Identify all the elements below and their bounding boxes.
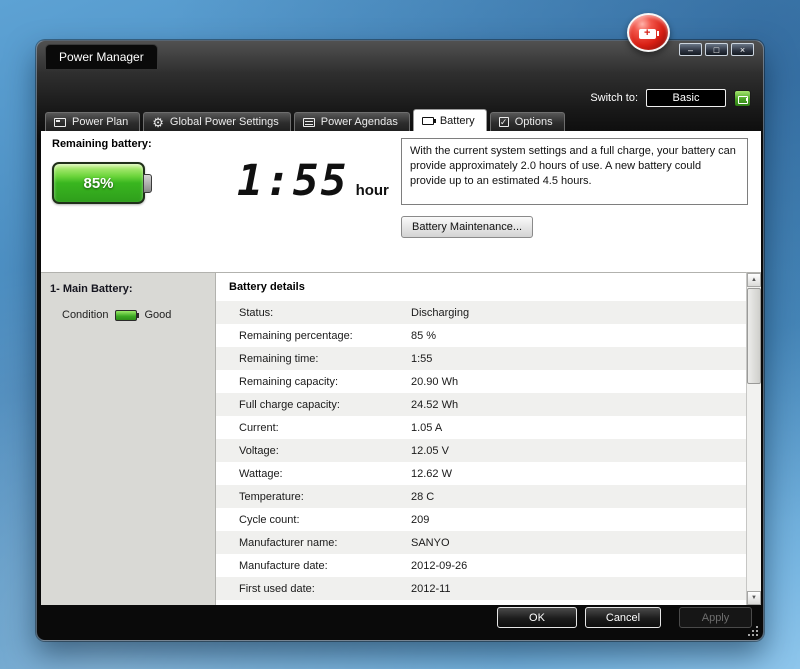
battery-level-graphic: 85%: [52, 162, 152, 204]
tab-label: Power Agendas: [320, 116, 398, 128]
battery-description-box: With the current system settings and a f…: [401, 138, 748, 205]
remaining-time-unit: hour: [355, 182, 389, 199]
detail-label: First used date:: [239, 582, 315, 595]
tab-battery[interactable]: Battery: [412, 109, 487, 131]
battery-percent-label: 85%: [83, 174, 114, 192]
detail-label: Current:: [239, 421, 279, 434]
calendar-icon: [302, 117, 315, 127]
remaining-time-value: 1:55: [237, 156, 349, 206]
detail-value: 20.90 Wh: [411, 375, 459, 388]
detail-value: 12.05 V: [411, 444, 449, 457]
battery-plus-icon: [639, 27, 659, 40]
detail-label: Status:: [239, 306, 274, 319]
condition-row: Condition Good: [62, 309, 171, 321]
table-row: Remaining percentage: 85 %: [216, 324, 746, 347]
window-controls: – □ ×: [679, 43, 754, 56]
maximize-button[interactable]: □: [705, 43, 728, 56]
detail-label: Remaining time:: [239, 352, 319, 365]
tab-label: Power Plan: [72, 116, 129, 128]
apply-button[interactable]: Apply: [679, 607, 752, 628]
detail-label: Cycle count:: [239, 513, 300, 526]
tab-options[interactable]: ✓ Options: [489, 112, 565, 131]
gear-icon: ⚙: [152, 114, 164, 130]
battery-details-heading: Battery details: [229, 281, 305, 293]
condition-value: Good: [144, 309, 172, 321]
table-row: Full charge capacity: 24.52 Wh: [216, 393, 746, 416]
table-row: Wattage: 12.62 W: [216, 462, 746, 485]
table-row: Status: Discharging: [216, 301, 746, 324]
desktop: Power Manager – □ × Switch to: Basic Pow…: [0, 0, 800, 669]
ok-button[interactable]: OK: [497, 607, 577, 628]
detail-value: 1.05 A: [411, 421, 443, 434]
detail-value: 85 %: [411, 329, 437, 342]
window-title: Power Manager: [45, 44, 158, 69]
battery-details-table: Status: Discharging Remaining percentage…: [216, 301, 746, 600]
detail-value: Discharging: [411, 306, 470, 319]
battery-details-panel: Battery details Status: Discharging Rema…: [216, 272, 746, 605]
table-row: Current: 1.05 A: [216, 416, 746, 439]
remaining-battery-heading: Remaining battery:: [52, 138, 152, 150]
battery-icon: [421, 116, 436, 125]
detail-value: SANYO: [411, 536, 450, 549]
battery-maintenance-button[interactable]: Battery Maintenance...: [401, 216, 534, 238]
switch-to-label: Switch to:: [590, 92, 638, 104]
detail-value: 24.52 Wh: [411, 398, 459, 411]
table-row: Remaining capacity: 20.90 Wh: [216, 370, 746, 393]
main-battery-title: 1- Main Battery:: [50, 283, 133, 295]
power-manager-window: Power Manager – □ × Switch to: Basic Pow…: [36, 40, 764, 641]
cancel-button[interactable]: Cancel: [585, 607, 661, 628]
detail-value: 2012-11: [411, 582, 451, 595]
condition-label: Condition: [62, 309, 109, 321]
table-row: Remaining time: 1:55: [216, 347, 746, 370]
tab-label: Battery: [439, 114, 475, 127]
detail-label: Full charge capacity:: [239, 398, 340, 411]
close-button[interactable]: ×: [731, 43, 754, 56]
table-row: Manufacture date: 2012-09-26: [216, 554, 746, 577]
minimize-button[interactable]: –: [679, 43, 702, 56]
tab-global-power-settings[interactable]: ⚙ Global Power Settings: [143, 112, 291, 131]
tab-label: Global Power Settings: [169, 116, 279, 128]
detail-label: Remaining percentage:: [239, 329, 353, 342]
window-title-label: Power Manager: [59, 50, 144, 64]
detail-value: 209: [411, 513, 430, 526]
table-row: Temperature: 28 C: [216, 485, 746, 508]
mode-switch-row: Switch to: Basic: [590, 89, 751, 107]
detail-label: Wattage:: [239, 467, 283, 480]
dialog-footer: OK Cancel Apply: [37, 603, 763, 640]
tab-power-agendas[interactable]: Power Agendas: [293, 112, 410, 131]
detail-label: Remaining capacity:: [239, 375, 339, 388]
detail-label: Voltage:: [239, 444, 279, 457]
table-row: First used date: 2012-11: [216, 577, 746, 600]
tab-label: Options: [514, 116, 553, 128]
detail-value: 28 C: [411, 490, 435, 503]
table-row: Cycle count: 209: [216, 508, 746, 531]
condition-battery-icon: [115, 309, 140, 321]
power-manager-alert-icon[interactable]: [627, 13, 670, 52]
scroll-down-icon[interactable]: ▼: [747, 591, 761, 605]
tab-power-plan[interactable]: Power Plan: [45, 112, 141, 131]
tab-bar: Power Plan ⚙ Global Power Settings Power…: [45, 109, 565, 131]
scrollbar-thumb[interactable]: [747, 288, 761, 384]
resize-grip[interactable]: [746, 624, 758, 636]
details-scrollbar[interactable]: ▲ ▼: [746, 272, 761, 605]
scroll-up-icon[interactable]: ▲: [747, 273, 761, 287]
detail-label: Manufacture date:: [239, 559, 328, 572]
remaining-time-display: 1:55 hour: [237, 160, 389, 203]
battery-gauge-icon[interactable]: [734, 89, 751, 107]
battery-tab-content: Remaining battery: 85% 1:55 hour With th…: [41, 131, 761, 605]
detail-value: 1:55: [411, 352, 433, 365]
switch-to-basic-button[interactable]: Basic: [646, 89, 726, 107]
battery-list-sidebar: 1- Main Battery: Condition Good: [41, 272, 216, 605]
document-icon: [54, 117, 66, 127]
detail-value: 2012-09-26: [411, 559, 468, 572]
detail-label: Manufacturer name:: [239, 536, 338, 549]
detail-label: Temperature:: [239, 490, 304, 503]
table-row: Manufacturer name: SANYO: [216, 531, 746, 554]
checkbox-icon: ✓: [498, 117, 509, 127]
detail-value: 12.62 W: [411, 467, 452, 480]
table-row: Voltage: 12.05 V: [216, 439, 746, 462]
